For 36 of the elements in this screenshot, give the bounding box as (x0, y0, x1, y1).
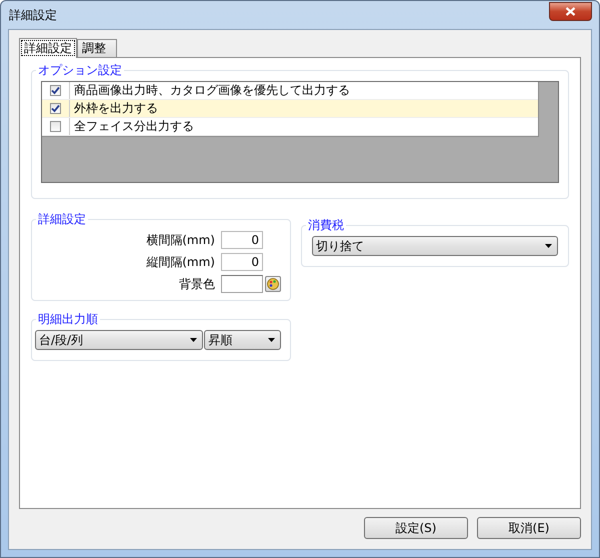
field-label: 縦間隔(mm) (146, 254, 215, 270)
dialog-button[interactable]: 取消(E) (477, 517, 581, 539)
close-icon (565, 6, 576, 16)
field-label: 横間隔(mm) (146, 232, 215, 248)
dialog-button[interactable]: 設定(S) (364, 517, 468, 539)
caret-icon (268, 338, 275, 342)
field-label: 背景色 (179, 276, 215, 292)
row-label: 外枠を出力する (73, 100, 158, 117)
tab[interactable]: 調整 (77, 39, 117, 57)
number-field[interactable]: 0 (221, 231, 263, 249)
caret-icon (190, 338, 198, 342)
palette-icon (267, 278, 279, 290)
list-row[interactable]: 外枠を出力する (42, 100, 538, 118)
list-row[interactable]: 全フェイス分出力する (42, 118, 538, 136)
checkbox[interactable] (50, 121, 61, 132)
dropdown[interactable]: 切り捨て (312, 236, 558, 256)
group-title: 詳細設定 (36, 212, 88, 226)
number-field[interactable]: 0 (221, 253, 263, 271)
window-title: 詳細設定 (8, 6, 57, 24)
checkbox[interactable] (50, 85, 61, 96)
color-field[interactable] (221, 275, 263, 293)
dropdown-value: 昇順 (208, 332, 232, 348)
dropdown[interactable]: 昇順 (204, 330, 281, 350)
caret-icon (545, 244, 552, 248)
group-title: オプション設定 (36, 63, 124, 77)
color-picker-button[interactable] (265, 276, 281, 292)
row-label: 商品画像出力時、カタログ画像を優先して出力する (73, 82, 350, 99)
dropdown[interactable]: 台/段/列 (35, 330, 204, 350)
tab[interactable]: 詳細設定 (19, 38, 77, 58)
close-button[interactable] (549, 2, 592, 20)
row-label: 全フェイス分出力する (73, 118, 194, 135)
checkbox[interactable] (50, 103, 61, 114)
group-title: 明細出力順 (36, 312, 100, 326)
group-title: 消費税 (306, 218, 346, 232)
dropdown-value: 切り捨て (316, 238, 364, 254)
dropdown-value: 台/段/列 (39, 332, 84, 348)
